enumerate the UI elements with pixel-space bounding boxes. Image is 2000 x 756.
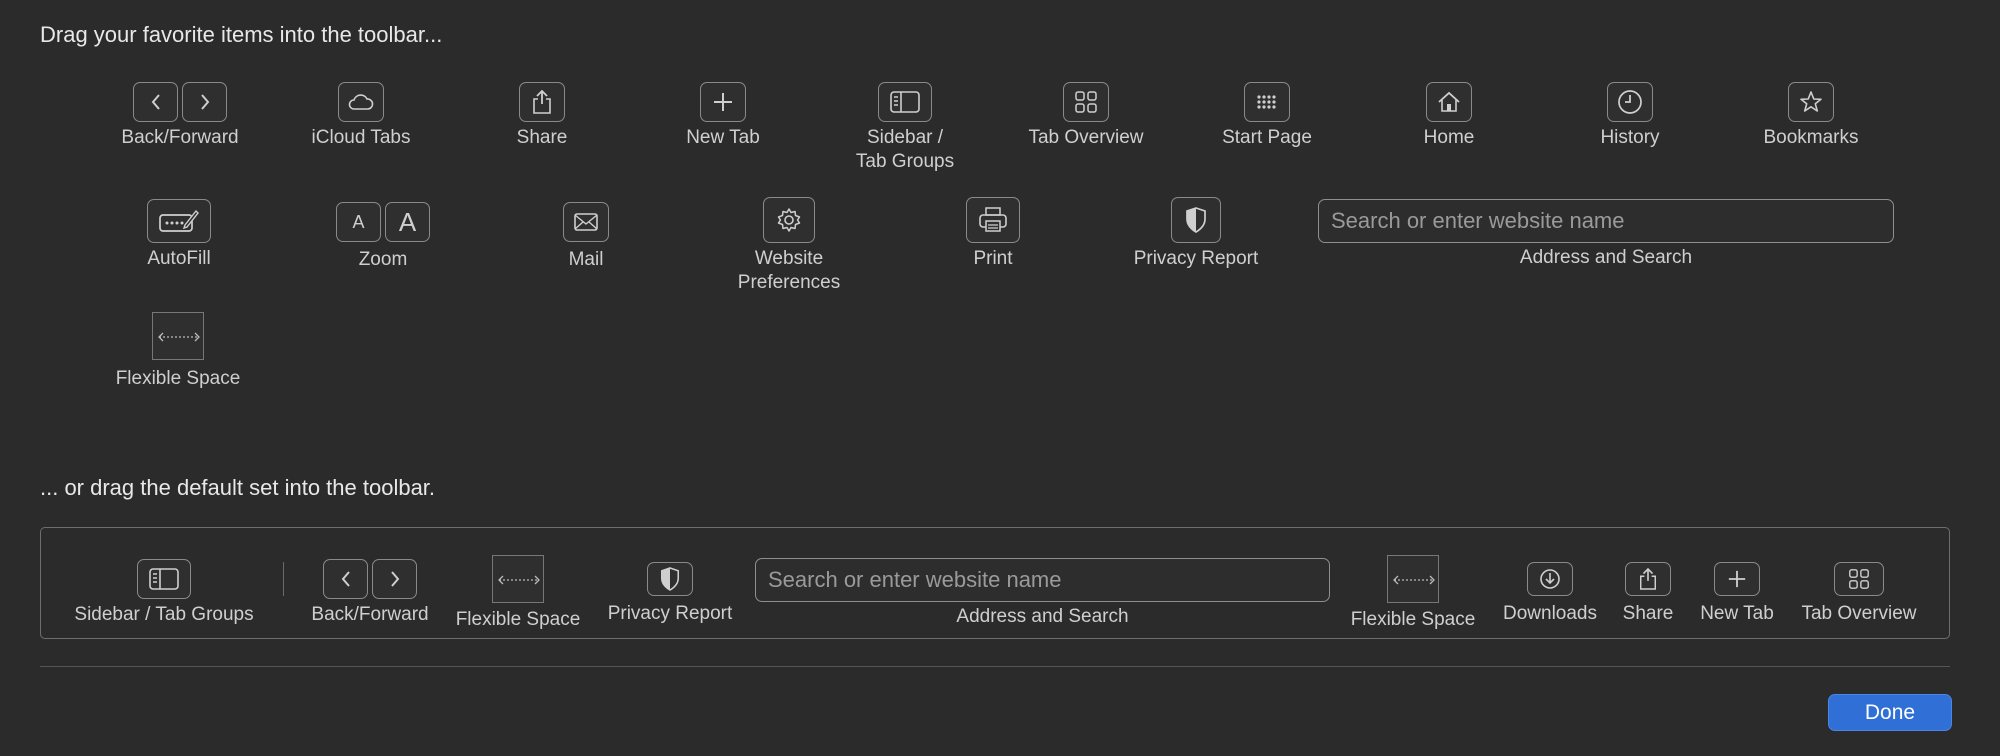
tab-overview-item[interactable]: Tab Overview xyxy=(986,82,1186,150)
privacy-report-label: Privacy Report xyxy=(1133,248,1259,269)
new-tab-item[interactable]: New Tab xyxy=(623,82,823,150)
mail-item[interactable]: Mail xyxy=(486,202,686,272)
printer-icon xyxy=(966,197,1020,243)
tab-overview-label: Tab Overview xyxy=(1028,127,1144,148)
flexible-space-label: Flexible Space xyxy=(115,368,241,389)
default-tab-overview-item[interactable]: Tab Overview xyxy=(1759,562,1959,626)
default-address-search-field[interactable]: Search or enter website name xyxy=(755,558,1330,602)
flexible-space-icon xyxy=(1387,555,1439,603)
zoom-in-button[interactable]: A xyxy=(385,202,430,242)
gear-icon xyxy=(763,197,815,243)
star-icon xyxy=(1788,82,1834,122)
privacy-report-item[interactable]: Privacy Report xyxy=(1096,197,1296,271)
cloud-icon xyxy=(338,82,384,122)
home-label: Home xyxy=(1423,127,1475,148)
envelope-icon xyxy=(563,202,609,242)
history-label: History xyxy=(1600,127,1660,148)
sidebar-tab-groups-item[interactable]: Sidebar / Tab Groups xyxy=(805,82,1005,174)
default-address-search-label: Address and Search xyxy=(956,606,1129,627)
address-search-field[interactable]: Search or enter website name xyxy=(1318,199,1894,243)
autofill-item[interactable]: AutoFill xyxy=(79,199,279,271)
default-heading: ... or drag the default set into the too… xyxy=(40,475,436,500)
shield-icon xyxy=(1171,197,1221,243)
flexible-space-icon xyxy=(152,312,204,360)
start-page-label: Start Page xyxy=(1222,127,1312,148)
sidebar-label-line2: Tab Groups xyxy=(855,151,955,172)
clock-icon xyxy=(1607,82,1653,122)
chevron-left-icon xyxy=(133,82,178,122)
history-item[interactable]: History xyxy=(1530,82,1730,150)
website-prefs-label-line1: Website xyxy=(754,248,824,269)
default-sidebar-item[interactable]: Sidebar / Tab Groups xyxy=(64,559,264,627)
print-label: Print xyxy=(973,248,1013,269)
start-page-item[interactable]: Start Page xyxy=(1167,82,1367,150)
icloud-tabs-item[interactable]: iCloud Tabs xyxy=(261,82,461,150)
autofill-label: AutoFill xyxy=(147,248,211,269)
zoom-label: Zoom xyxy=(358,249,408,270)
share-label: Share xyxy=(516,127,568,148)
chevron-right-icon xyxy=(182,82,227,122)
icloud-tabs-label: iCloud Tabs xyxy=(311,127,411,148)
flexible-space-item[interactable]: Flexible Space xyxy=(78,312,278,391)
website-preferences-item[interactable]: Website Preferences xyxy=(689,197,889,295)
share-icon xyxy=(519,82,565,122)
flexible-space-icon xyxy=(492,555,544,603)
print-item[interactable]: Print xyxy=(893,197,1093,271)
start-page-icon xyxy=(1244,82,1290,122)
grid-icon xyxy=(1834,562,1884,596)
default-sidebar-label: Sidebar / Tab Groups xyxy=(74,604,254,625)
new-tab-label: New Tab xyxy=(686,127,760,148)
back-forward-label: Back/Forward xyxy=(121,127,239,148)
home-icon xyxy=(1426,82,1472,122)
bookmarks-item[interactable]: Bookmarks xyxy=(1711,82,1911,150)
mail-label: Mail xyxy=(568,249,604,270)
shield-icon xyxy=(647,562,693,596)
zoom-item[interactable]: A A Zoom xyxy=(283,202,483,272)
website-prefs-label-line2: Preferences xyxy=(737,272,841,293)
bottom-divider xyxy=(40,666,1950,667)
chevron-right-icon xyxy=(372,559,417,599)
plus-icon xyxy=(1714,562,1760,596)
default-tab-overview-label: Tab Overview xyxy=(1801,603,1917,624)
plus-icon xyxy=(700,82,746,122)
sidebar-label-line1: Sidebar / xyxy=(866,127,944,148)
grid-icon xyxy=(1063,82,1109,122)
chevron-left-icon xyxy=(323,559,368,599)
sidebar-icon xyxy=(878,82,932,122)
palette-heading: Drag your favorite items into the toolba… xyxy=(40,22,443,47)
zoom-out-button[interactable]: A xyxy=(336,202,381,242)
done-button[interactable]: Done xyxy=(1828,694,1952,731)
back-forward-item[interactable]: Back/Forward xyxy=(80,82,280,150)
sidebar-icon xyxy=(137,559,191,599)
home-item[interactable]: Home xyxy=(1349,82,1549,150)
share-item[interactable]: Share xyxy=(442,82,642,150)
address-search-label: Address and Search xyxy=(1519,247,1693,268)
default-privacy-report-label: Privacy Report xyxy=(607,603,733,624)
autofill-icon xyxy=(147,199,211,243)
bookmarks-label: Bookmarks xyxy=(1763,127,1859,148)
default-privacy-report-item[interactable]: Privacy Report xyxy=(570,562,770,626)
